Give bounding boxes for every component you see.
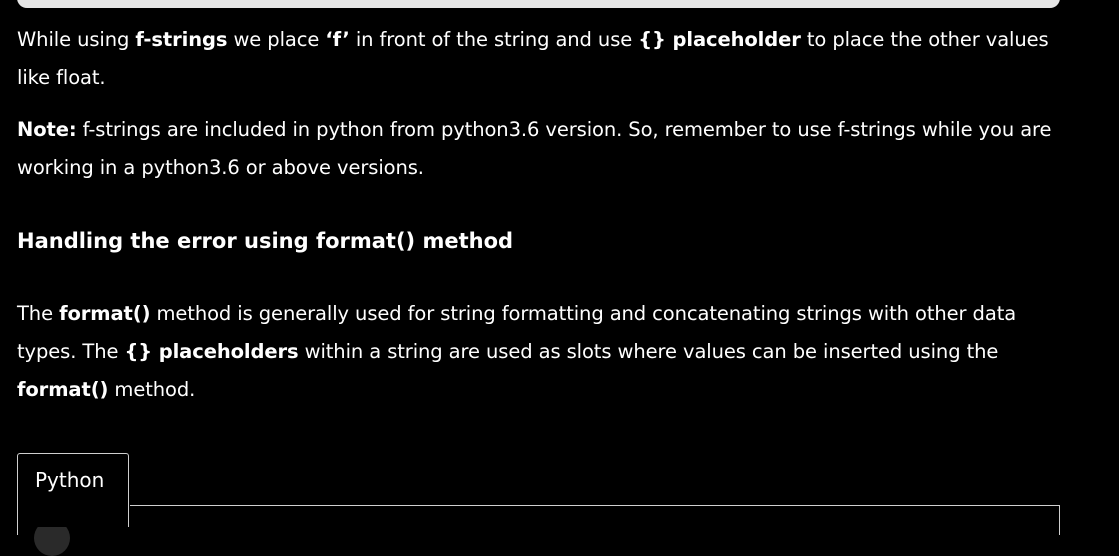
text-span: within a string are used as slots where …: [298, 340, 999, 363]
text-span: The: [17, 302, 60, 325]
bold-note: Note:: [17, 118, 77, 141]
tab-python[interactable]: Python: [17, 453, 129, 527]
bold-f: ‘f’: [325, 28, 350, 51]
text-span: method.: [108, 378, 196, 401]
text-span: f-strings are included in python from py…: [17, 118, 1052, 179]
paragraph-note: Note: f-strings are included in python f…: [17, 111, 1077, 187]
paragraph-fstrings: While using f-strings we place ‘f’ in fr…: [17, 21, 1077, 97]
previous-code-block-edge: [17, 0, 1060, 8]
paragraph-format: The format() method is generally used fo…: [17, 295, 1077, 409]
text-span: we place: [227, 28, 326, 51]
text-span: in front of the string and use: [349, 28, 639, 51]
tab-python-label: Python: [35, 468, 105, 492]
section-heading: Handling the error using format() method: [17, 229, 514, 253]
bold-format: format(): [59, 302, 151, 325]
bold-placeholder: {} placeholder: [638, 28, 801, 51]
bold-format: format(): [17, 378, 109, 401]
bold-placeholders: {} placeholders: [124, 340, 299, 363]
bold-fstrings: f-strings: [135, 28, 228, 51]
code-block-right-edge: [129, 505, 1060, 535]
text-span: While using: [17, 28, 136, 51]
